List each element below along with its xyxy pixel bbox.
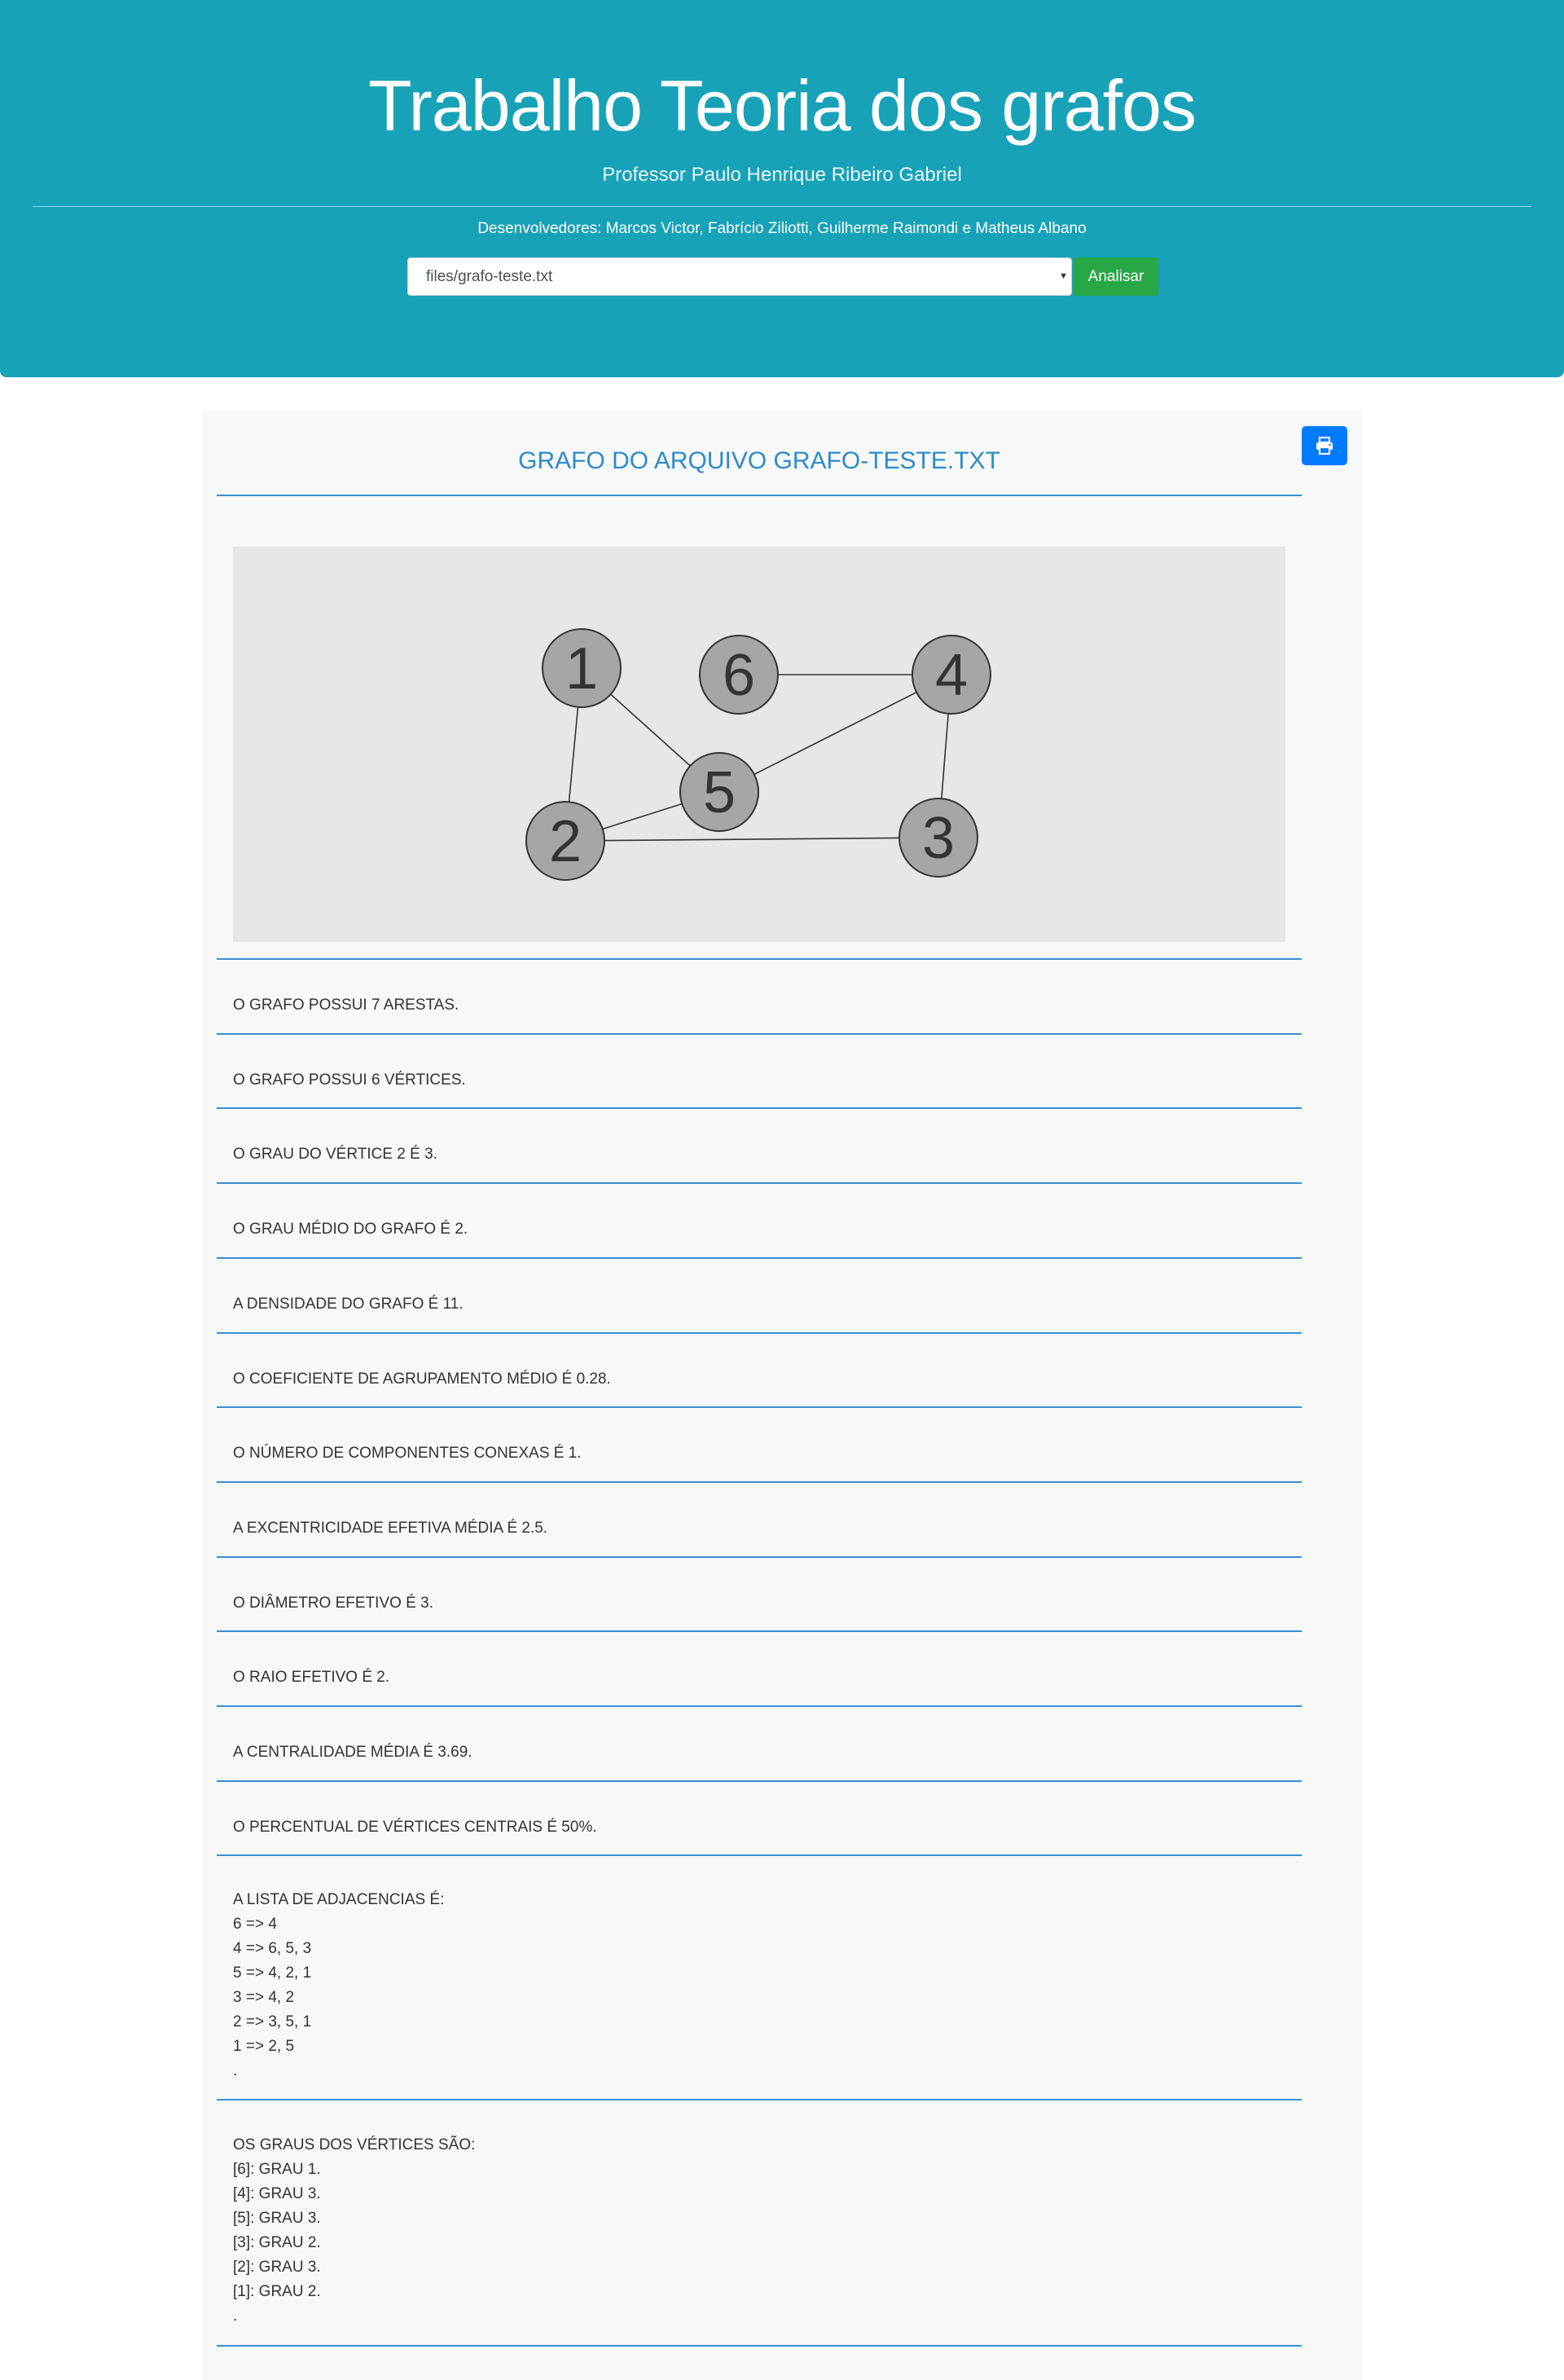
analyze-button[interactable]: Analisar — [1074, 257, 1158, 296]
degree-line: [6]: GRAU 1. — [233, 2161, 321, 2178]
adjacency-end: . — [233, 2062, 238, 2079]
graph-node-label: 2 — [549, 809, 582, 874]
graph-node-label: 1 — [565, 636, 598, 702]
degree-line: [2]: GRAU 3. — [233, 2259, 321, 2276]
adjacency-line: 6 => 4 — [233, 1916, 277, 1933]
report-title: GRAFO DO ARQUIVO GRAFO-TESTE.TXT — [518, 447, 1000, 474]
graph-node: 5 — [679, 752, 759, 832]
adjacency-line: 2 => 3, 5, 1 — [233, 2013, 312, 2030]
developers-text: Desenvolvedores: Marcos Victor, Fabrício… — [477, 220, 1087, 237]
stat-line: O GRAFO POSSUI 6 VÉRTICES. — [233, 1071, 466, 1089]
graph-edge — [565, 837, 939, 842]
page-title: Trabalho Teoria dos grafos — [368, 65, 1197, 146]
adjacency-list: A LISTA DE ADJACENCIAS É: 6 => 4 4 => 6,… — [233, 1888, 1276, 2083]
stat-line: A CENTRALIDADE MÉDIA É 3.69. — [233, 1744, 472, 1761]
stat-line: A EXCENTRICIDADE EFETIVA MÉDIA É 2.5. — [233, 1520, 548, 1537]
graph-node: 1 — [542, 628, 622, 708]
divider — [217, 1630, 1302, 1632]
stat-line: O COEFICIENTE DE AGRUPAMENTO MÉDIO É 0.2… — [233, 1370, 611, 1388]
degree-line: [1]: GRAU 2. — [233, 2283, 321, 2300]
adjacency-line: 3 => 4, 2 — [233, 1989, 295, 2006]
graph-canvas: 1 6 4 5 2 3 — [233, 547, 1285, 942]
stat-line: A DENSIDADE DO GRAFO É 11. — [233, 1296, 463, 1313]
divider — [217, 1332, 1302, 1334]
page-subtitle: Professor Paulo Henrique Ribeiro Gabriel — [602, 164, 962, 186]
divider — [217, 1481, 1302, 1483]
graph-node-label: 5 — [703, 760, 736, 825]
degree-line: [3]: GRAU 2. — [233, 2234, 321, 2251]
adjacency-line: 5 => 4, 2, 1 — [233, 1964, 312, 1982]
divider — [217, 958, 1302, 960]
divider — [217, 1406, 1302, 1408]
divider — [217, 2345, 1302, 2347]
graph-node-label: 6 — [723, 643, 755, 708]
degree-end: . — [233, 2307, 238, 2325]
divider — [217, 495, 1302, 496]
divider — [217, 1556, 1302, 1558]
degree-heading: OS GRAUS DOS VÉRTICES SÃO: — [233, 2136, 476, 2153]
stat-line: O NÚMERO DE COMPONENTES CONEXAS É 1. — [233, 1445, 582, 1462]
stat-line: O GRAU MÉDIO DO GRAFO É 2. — [233, 1221, 468, 1238]
file-select-value: files/grafo-teste.txt — [426, 268, 553, 285]
header-divider — [33, 206, 1531, 207]
graph-node-label: 3 — [922, 806, 955, 871]
divider — [217, 1107, 1302, 1109]
divider — [217, 1780, 1302, 1782]
graph-node: 2 — [525, 801, 605, 881]
print-button[interactable] — [1302, 426, 1347, 465]
header-jumbotron — [0, 0, 1564, 377]
graph-svg: 1 6 4 5 2 3 — [525, 628, 991, 881]
stat-line: O RAIO EFETIVO É 2. — [233, 1669, 390, 1686]
divider — [217, 1705, 1302, 1707]
graph-node-label: 4 — [935, 643, 968, 708]
stat-line: O DIÂMETRO EFETIVO É 3. — [233, 1595, 433, 1612]
graph-node: 4 — [912, 635, 991, 715]
chevron-down-icon: ▼ — [1059, 271, 1068, 281]
divider — [217, 1033, 1302, 1035]
graph-node: 6 — [699, 635, 779, 715]
adjacency-line: 4 => 6, 5, 3 — [233, 1940, 312, 1957]
degree-line: [5]: GRAU 3. — [233, 2210, 321, 2227]
degree-list: OS GRAUS DOS VÉRTICES SÃO: [6]: GRAU 1. … — [233, 2133, 1276, 2329]
print-icon — [1316, 437, 1333, 455]
stat-line: O GRAU DO VÉRTICE 2 É 3. — [233, 1146, 437, 1163]
stat-line: O PERCENTUAL DE VÉRTICES CENTRAIS É 50%. — [233, 1819, 597, 1836]
adjacency-heading: A LISTA DE ADJACENCIAS É: — [233, 1891, 445, 1908]
divider — [217, 2099, 1302, 2101]
adjacency-line: 1 => 2, 5 — [233, 2038, 295, 2055]
stat-line: O GRAFO POSSUI 7 ARESTAS. — [233, 996, 459, 1014]
divider — [217, 1182, 1302, 1184]
graph-node: 3 — [898, 798, 978, 878]
divider — [217, 1854, 1302, 1856]
file-select[interactable]: files/grafo-teste.txt ▼ — [407, 257, 1072, 296]
degree-line: [4]: GRAU 3. — [233, 2185, 321, 2202]
divider — [217, 1257, 1302, 1259]
